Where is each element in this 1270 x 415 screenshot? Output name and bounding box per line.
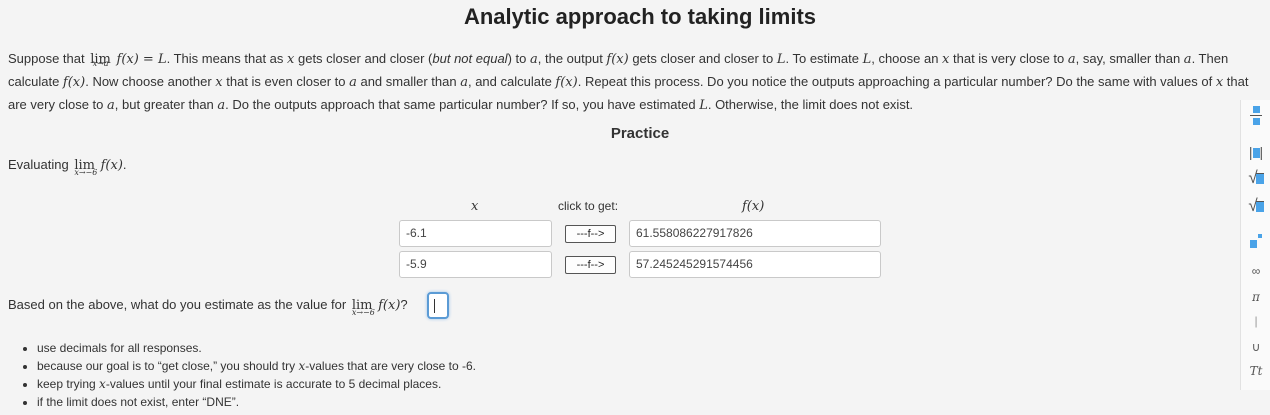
abs-slot — [1252, 148, 1260, 159]
var-x: x — [99, 377, 106, 391]
evaluate-f-button-2[interactable]: ---f--> — [565, 256, 616, 274]
hint-item: if the limit does not exist, enter “DNE”… — [37, 393, 476, 411]
intro-text: gets closer and closer ( — [294, 51, 433, 66]
intro-text: , the output — [537, 51, 607, 66]
var-a: a — [1067, 52, 1076, 67]
text-mode-icon[interactable]: Tt — [1241, 364, 1270, 378]
intro-text: . Repeat this process. Do you notice the… — [577, 74, 1216, 89]
lim-subscript: x→−6 — [351, 308, 375, 317]
intro-text: , choose an — [871, 51, 943, 66]
fraction-bar — [1250, 115, 1262, 116]
infinity-icon[interactable]: ∞ — [1241, 264, 1270, 278]
such-that-icon[interactable]: | — [1241, 314, 1270, 328]
column-header-click: click to get: — [558, 199, 619, 213]
fraction-icon[interactable] — [1241, 106, 1270, 125]
intro-text: . This means that as — [166, 51, 288, 66]
hint-text: keep trying — [37, 377, 100, 391]
limit-notation: lim x→a — [90, 48, 111, 71]
intro-text: . Now choose another — [85, 74, 216, 89]
var-L: L — [699, 98, 708, 113]
hint-text: because our goal is to “get close,” you … — [37, 359, 299, 373]
punctuation: ? — [400, 297, 408, 312]
column-header-x: x — [471, 199, 479, 214]
hint-item: keep trying x-values until your final es… — [37, 375, 476, 393]
fx-output-2: 57.245245291574456 — [629, 251, 881, 278]
column-header-fx: f(x) — [742, 199, 765, 214]
radicand-slot — [1255, 173, 1264, 185]
punctuation: . — [122, 157, 127, 172]
intro-paragraph: Suppose that lim x→a f(x) = L. This means… — [8, 48, 1263, 117]
hint-text: use decimals for all responses. — [37, 341, 202, 355]
numerator-slot — [1252, 106, 1260, 113]
nth-root-icon[interactable]: √ — [1241, 196, 1270, 216]
exponent-icon[interactable] — [1241, 234, 1270, 248]
estimate-question: Based on the above, what do you estimate… — [8, 297, 408, 317]
var-a: a — [107, 98, 115, 113]
evaluate-f-button-1[interactable]: ---f--> — [565, 225, 616, 243]
hint-text: -values until your final estimate is acc… — [105, 377, 442, 391]
abs-bar-right: | — [1259, 144, 1264, 160]
intro-text: gets closer and closer to — [628, 51, 777, 66]
hint-item: because our goal is to “get close,” you … — [37, 357, 476, 375]
text-caret — [434, 299, 435, 313]
radicand-slot — [1255, 201, 1264, 213]
page-title: Analytic approach to taking limits — [463, 4, 817, 29]
limit-notation: lim x→−6 — [352, 297, 375, 317]
expr-fx: f(x) — [378, 298, 401, 313]
expr-fx: f(x) — [62, 75, 86, 90]
lim-subscript: x→−6 — [74, 168, 98, 177]
intro-text: Suppose that — [8, 51, 89, 66]
union-icon[interactable]: ∪ — [1241, 340, 1270, 354]
practice-heading: Practice — [610, 125, 670, 142]
emphasis-text: but not equal — [432, 51, 508, 66]
var-a: a — [1183, 52, 1192, 67]
question-text: Based on the above, what do you estimate… — [8, 297, 350, 312]
hint-item: use decimals for all responses. — [37, 339, 476, 357]
hint-text: -values that are very close to -6. — [305, 359, 477, 373]
intro-text: , and calculate — [467, 74, 556, 89]
hints-list: use decimals for all responses. because … — [19, 339, 476, 411]
expr-fx: f(x) — [606, 52, 629, 67]
denominator-slot — [1252, 118, 1260, 125]
var-x: x — [215, 75, 223, 90]
var-a: a — [529, 52, 538, 67]
intro-text: that is even closer to — [222, 74, 350, 89]
limit-notation: lim x→−6 — [74, 157, 97, 177]
limit-expression: f(x) = L — [116, 52, 167, 67]
intro-text: and smaller than — [356, 74, 461, 89]
var-x: x — [1215, 75, 1224, 90]
var-a: a — [349, 75, 357, 90]
intro-text: . Do the outputs approach that same part… — [225, 97, 700, 112]
answer-input[interactable] — [427, 292, 449, 319]
intro-text: . Otherwise, the limit does not exist. — [707, 97, 914, 112]
intro-text: , but greater than — [114, 97, 218, 112]
intro-text: , say, smaller than — [1075, 51, 1184, 66]
x-input-2[interactable]: -5.9 — [399, 251, 552, 278]
intro-text: ) to — [507, 51, 530, 66]
pi-icon[interactable]: π — [1241, 290, 1270, 304]
hint-text: if the limit does not exist, enter “DNE”… — [37, 395, 240, 409]
base-slot — [1250, 240, 1257, 248]
fx-output-1: 61.558086227917826 — [629, 220, 881, 247]
expr-fx: f(x) — [555, 75, 578, 90]
evaluating-label: Evaluating lim x→−6 f(x). — [8, 157, 127, 177]
math-palette: | | √ √ ∞ π | ∪ Tt — [1240, 100, 1270, 390]
absolute-value-icon[interactable]: | | — [1241, 144, 1270, 160]
lim-subscript: x→a — [92, 59, 109, 68]
intro-text: . To estimate — [785, 51, 863, 66]
exponent-slot — [1258, 234, 1262, 238]
intro-text: that is very close to — [949, 51, 1068, 66]
var-a: a — [460, 75, 468, 90]
x-input-1[interactable]: -6.1 — [399, 220, 552, 247]
var-L: L — [776, 52, 786, 67]
sqrt-icon[interactable]: √ — [1241, 168, 1270, 188]
var-a: a — [217, 98, 226, 113]
evaluating-text: Evaluating — [8, 157, 73, 172]
var-L: L — [862, 52, 872, 67]
expr-fx: f(x) — [100, 158, 123, 173]
